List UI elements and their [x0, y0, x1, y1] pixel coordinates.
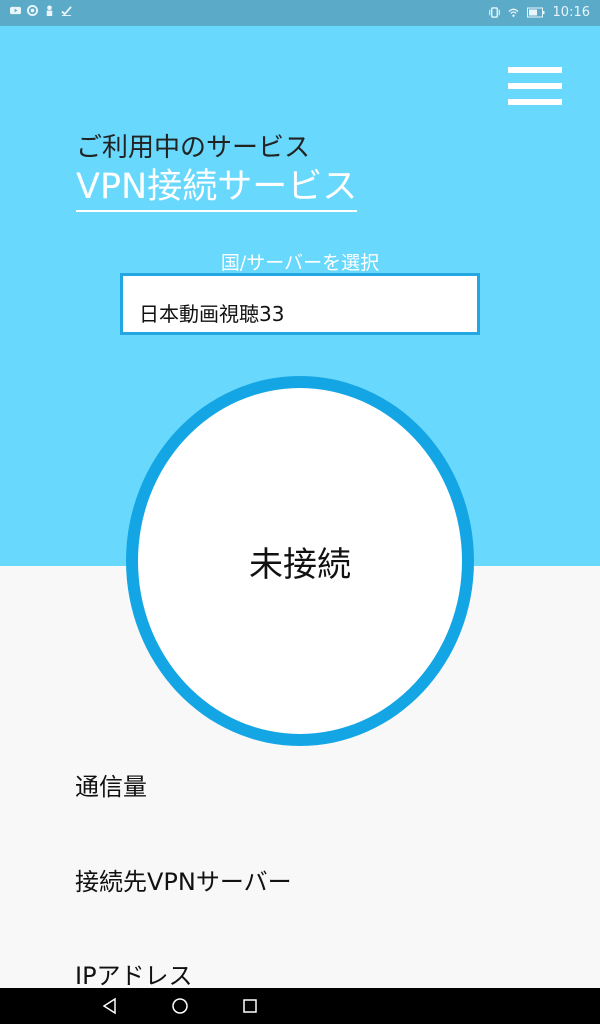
status-bar: 10:16 — [0, 0, 600, 26]
service-name-link[interactable]: VPN接続サービス — [76, 166, 358, 212]
battery-icon — [526, 7, 545, 18]
youtube-icon — [10, 6, 21, 15]
status-bar-notifications — [10, 5, 72, 16]
vpn-server-label: 接続先VPNサーバー — [75, 868, 292, 896]
server-select-label: 国/サーバーを選択 — [220, 252, 380, 274]
status-bar-time: 10:16 — [552, 5, 590, 20]
traffic-label: 通信量 — [75, 773, 147, 801]
person-icon — [46, 5, 53, 16]
back-icon[interactable] — [100, 996, 120, 1016]
server-select[interactable]: 日本動画視聴33 — [120, 273, 480, 335]
connect-button[interactable]: 未接続 — [126, 376, 474, 746]
checkmark-icon — [61, 6, 72, 16]
status-bar-system: 10:16 — [488, 5, 590, 20]
service-caption: ご利用中のサービス — [76, 133, 311, 163]
hamburger-menu-icon[interactable] — [508, 65, 562, 107]
recent-apps-icon[interactable] — [240, 996, 260, 1016]
wifi-icon — [507, 8, 519, 17]
home-icon[interactable] — [170, 996, 190, 1016]
navigation-bar — [0, 988, 600, 1024]
ip-address-label: IPアドレス — [75, 962, 193, 990]
connection-status: 未接続 — [249, 544, 351, 585]
vibrate-icon — [488, 7, 500, 18]
sync-icon — [27, 5, 38, 16]
